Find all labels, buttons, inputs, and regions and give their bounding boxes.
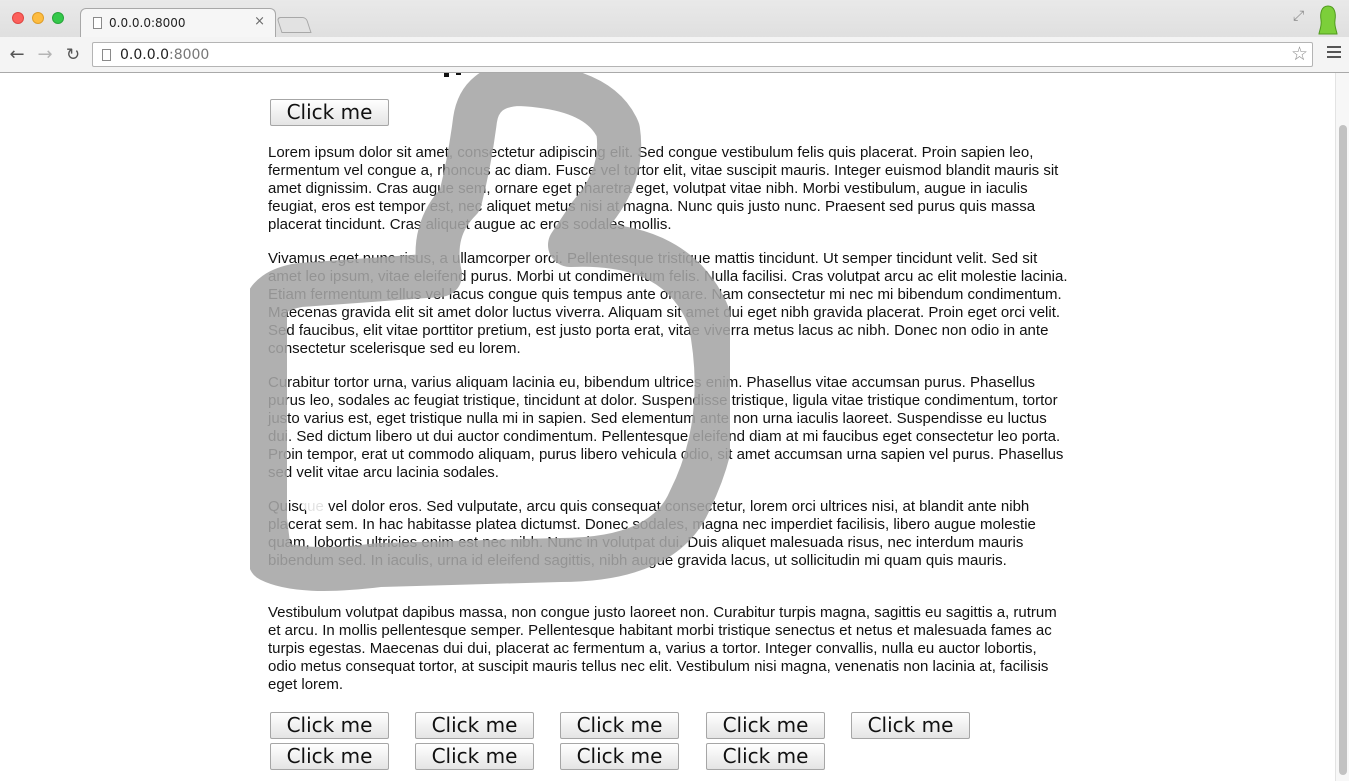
page-viewport[interactable]: Click me Lorem ipsum dolor sit amet, con… bbox=[0, 73, 1349, 781]
new-tab-button[interactable] bbox=[276, 17, 312, 33]
browser-tab[interactable]: 0.0.0.0:8000 × bbox=[80, 8, 276, 37]
url-port: :8000 bbox=[168, 47, 210, 63]
fullscreen-icon[interactable]: ⤢ bbox=[1293, 9, 1307, 23]
url-host: 0.0.0.0 bbox=[120, 47, 169, 63]
tab-close-icon[interactable]: × bbox=[254, 14, 265, 29]
url-text[interactable]: 0.0.0.0:8000 bbox=[120, 47, 209, 63]
window-close-button[interactable] bbox=[12, 12, 24, 24]
clipped-heading bbox=[268, 73, 488, 81]
click-button-3[interactable]: Click me bbox=[560, 712, 679, 739]
window-maximize-button[interactable] bbox=[52, 12, 64, 24]
paragraph-2: Vivamus eget nunc risus, a ullamcorper o… bbox=[268, 250, 1068, 357]
paragraph-4: Quisque vel dolor eros. Sed vulputate, a… bbox=[268, 498, 1036, 569]
browser-toolbar: ← → ↻ 0.0.0.0:8000 ☆ bbox=[0, 37, 1349, 72]
forward-arrow-icon[interactable]: → bbox=[34, 45, 56, 65]
click-button-4[interactable]: Click me bbox=[706, 712, 825, 739]
paragraph-1: Lorem ipsum dolor sit amet, consectetur … bbox=[268, 144, 1059, 233]
profile-avatar-icon[interactable] bbox=[1317, 4, 1339, 36]
hamburger-menu-icon[interactable] bbox=[1327, 46, 1341, 60]
paragraph-5: Vestibulum volutpat dapibus massa, non c… bbox=[268, 604, 1057, 693]
bookmark-star-icon[interactable]: ☆ bbox=[1291, 43, 1308, 65]
top-click-button[interactable]: Click me bbox=[270, 99, 389, 126]
click-button-6[interactable]: Click me bbox=[270, 743, 389, 770]
paragraph-3: Curabitur tortor urna, varius aliquam la… bbox=[268, 374, 1064, 481]
browser-chrome: 0.0.0.0:8000 × ⤢ ← → ↻ 0.0.0.0:8000 ☆ bbox=[0, 0, 1349, 73]
document-icon bbox=[93, 17, 102, 29]
reload-icon[interactable]: ↻ bbox=[62, 45, 84, 65]
click-button-2[interactable]: Click me bbox=[415, 712, 534, 739]
address-bar[interactable]: 0.0.0.0:8000 ☆ bbox=[92, 42, 1313, 67]
click-button-5[interactable]: Click me bbox=[851, 712, 970, 739]
window-minimize-button[interactable] bbox=[32, 12, 44, 24]
vertical-scrollbar[interactable] bbox=[1335, 73, 1349, 781]
click-button-7[interactable]: Click me bbox=[415, 743, 534, 770]
back-arrow-icon[interactable]: ← bbox=[6, 45, 28, 65]
click-button-1[interactable]: Click me bbox=[270, 712, 389, 739]
scrollbar-thumb[interactable] bbox=[1339, 125, 1347, 775]
click-button-8[interactable]: Click me bbox=[560, 743, 679, 770]
page-info-icon[interactable] bbox=[102, 49, 111, 61]
tab-title: 0.0.0.0:8000 bbox=[109, 16, 186, 30]
click-button-9[interactable]: Click me bbox=[706, 743, 825, 770]
